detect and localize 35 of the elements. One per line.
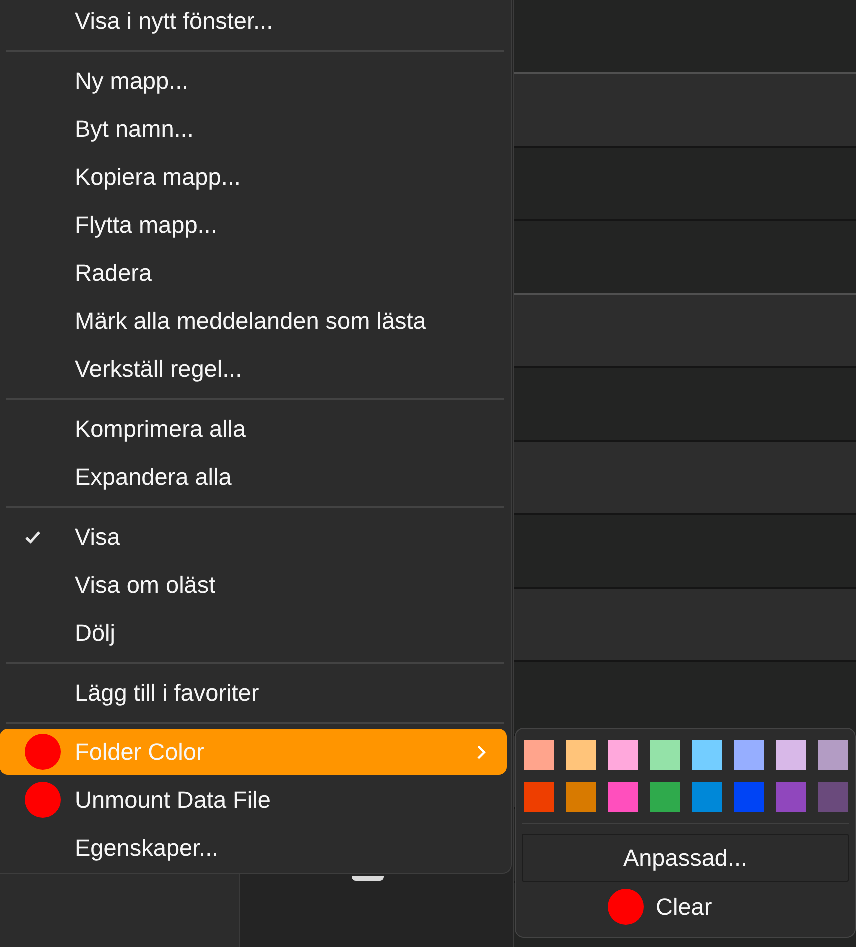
color-swatch-icon[interactable] [566,740,596,770]
color-swatch-icon[interactable] [650,782,680,812]
custom-color-button[interactable]: Anpassad... [522,834,849,882]
menu-item[interactable]: Radera [0,249,507,297]
menu-item[interactable]: Märk alla meddelanden som lästa [0,297,507,345]
color-swatch-icon[interactable] [776,782,806,812]
color-swatch-icon[interactable] [692,782,722,812]
menu-item[interactable]: Byt namn... [0,105,507,153]
menu-item[interactable]: Expandera alla [0,453,507,501]
menu-item[interactable]: Visa i nytt fönster... [0,0,507,45]
color-swatch-icon[interactable] [818,782,848,812]
menu-item[interactable]: Verkställ regel... [0,345,507,393]
menu-item[interactable]: Visa [0,513,507,561]
color-swatch-icon[interactable] [524,782,554,812]
color-swatch-icon[interactable] [608,740,638,770]
menu-item[interactable]: Lägg till i favoriter [0,669,507,717]
menu-item[interactable]: Flytta mapp... [0,201,507,249]
color-swatch-icon[interactable] [734,782,764,812]
color-swatch-icon[interactable] [608,782,638,812]
menu-item[interactable]: Unmount Data File [0,776,507,824]
menu-item[interactable]: Dölj [0,609,507,657]
color-swatch-icon[interactable] [776,740,806,770]
color-swatch-icon[interactable] [692,740,722,770]
color-swatch-icon[interactable] [818,740,848,770]
menu-item[interactable]: Ny mapp... [0,57,507,105]
menu-item[interactable]: Kopiera mapp... [0,153,507,201]
menu-item[interactable]: Visa om oläst [0,561,507,609]
color-swatch-icon[interactable] [650,740,680,770]
menu-item[interactable]: Egenskaper... [0,824,507,872]
color-swatch-icon[interactable] [566,782,596,812]
grabber-handle[interactable] [352,876,384,881]
color-swatch-icon[interactable] [734,740,764,770]
menu-item[interactable]: Komprimera alla [0,405,507,453]
color-swatch-icon[interactable] [524,740,554,770]
clear-color-button[interactable]: Clear [608,887,738,927]
